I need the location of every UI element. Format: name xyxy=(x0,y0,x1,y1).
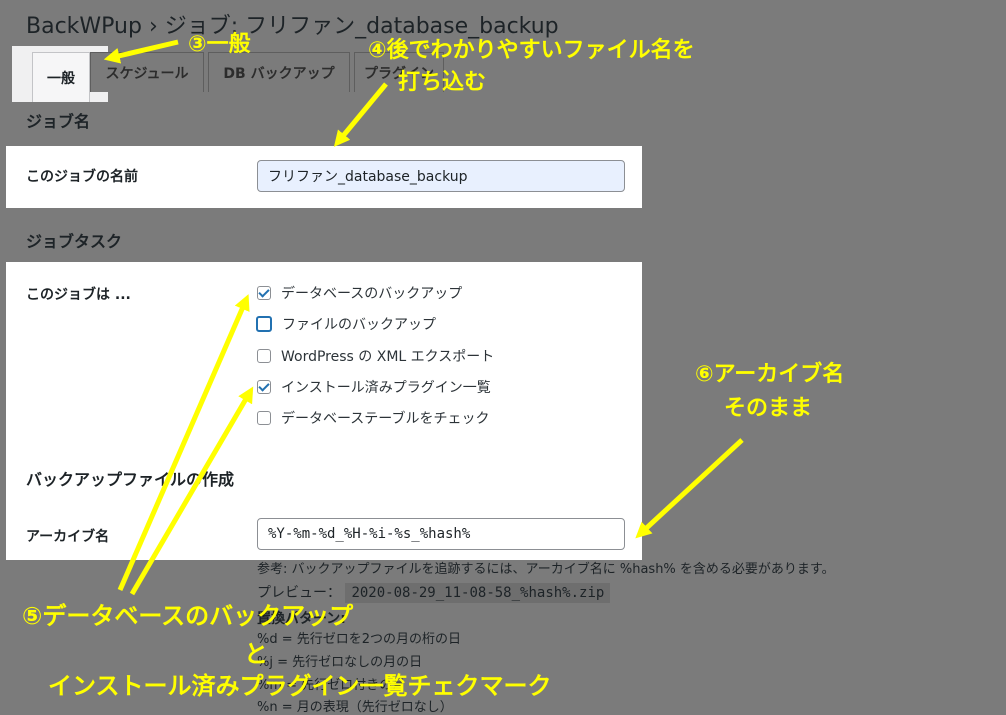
checkbox-unchecked[interactable] xyxy=(257,411,271,425)
annotation-step5-line1: ⑤データベースのバックアップ xyxy=(22,602,354,630)
job-name-panel: このジョブの名前 フリファン_database_backup xyxy=(6,146,642,208)
arrow-step6 xyxy=(635,438,744,539)
job-tasks-panel: このジョブは ... データベースのバックアップ ファイルのバックアップ Wor… xyxy=(6,262,642,560)
annotation-step4-line2: 打ち込む xyxy=(398,70,487,95)
archive-name-input[interactable]: %Y-%m-%d_%H-%i-%s_%hash% xyxy=(257,518,625,550)
tab-db-backup[interactable]: DB バックアップ xyxy=(208,52,350,92)
section-title-job-tasks: ジョブタスク xyxy=(26,232,123,251)
task-plugin-list[interactable]: インストール済みプラグイン一覧 xyxy=(257,377,491,397)
annotation-step6-line1: ⑥アーカイブ名 xyxy=(695,362,845,387)
task-label: WordPress の XML エクスポート xyxy=(281,349,495,365)
archive-name-input-value: %Y-%m-%d_%H-%i-%s_%hash% xyxy=(268,526,471,542)
tab-schedule[interactable]: スケジュール xyxy=(90,52,204,92)
preview-value: 2020-08-29_11-08-58_%hash%.zip xyxy=(345,583,611,603)
section-title-job-name: ジョブ名 xyxy=(26,112,91,131)
task-file-backup[interactable]: ファイルのバックアップ xyxy=(256,314,436,334)
section-title-backup-file: バックアップファイルの作成 xyxy=(26,470,235,489)
archive-name-label: アーカイブ名 xyxy=(26,529,110,545)
annotation-step6-line2: そのまま xyxy=(724,396,813,421)
annotation-step4-line1: ④後でわかりやすいファイル名を xyxy=(368,38,695,63)
task-label: ファイルのバックアップ xyxy=(282,317,436,333)
archive-note: 参考: バックアップファイルを追跡するには、アーカイブ名に %hash% を含め… xyxy=(257,562,835,577)
task-xml-export[interactable]: WordPress の XML エクスポート xyxy=(257,346,494,366)
task-check-db-tables[interactable]: データベーステーブルをチェック xyxy=(257,408,489,428)
checkbox-unchecked[interactable] xyxy=(257,349,271,363)
arrow-step4 xyxy=(333,82,388,147)
checkbox-checked[interactable] xyxy=(257,380,271,394)
task-label: インストール済みプラグイン一覧 xyxy=(281,380,491,396)
annotation-step5-line3: インストール済みプラグイン一覧チェクマーク xyxy=(48,672,552,700)
job-name-input[interactable]: フリファン_database_backup xyxy=(257,160,625,192)
annotation-step3: ③一般 xyxy=(188,32,251,57)
annotation-step5-line2: と xyxy=(244,640,268,668)
task-db-backup[interactable]: データベースのバックアップ xyxy=(257,283,462,303)
job-name-label: このジョブの名前 xyxy=(26,169,138,185)
task-label: データベースのバックアップ xyxy=(281,286,463,302)
task-label: データベーステーブルをチェック xyxy=(281,411,490,427)
checkbox-unchecked[interactable] xyxy=(256,316,272,332)
tab-general[interactable]: 一般 xyxy=(32,52,90,102)
checkbox-checked[interactable] xyxy=(257,286,271,300)
job-name-input-value: フリファン_database_backup xyxy=(268,169,468,185)
job-tasks-label: このジョブは ... xyxy=(26,287,131,303)
